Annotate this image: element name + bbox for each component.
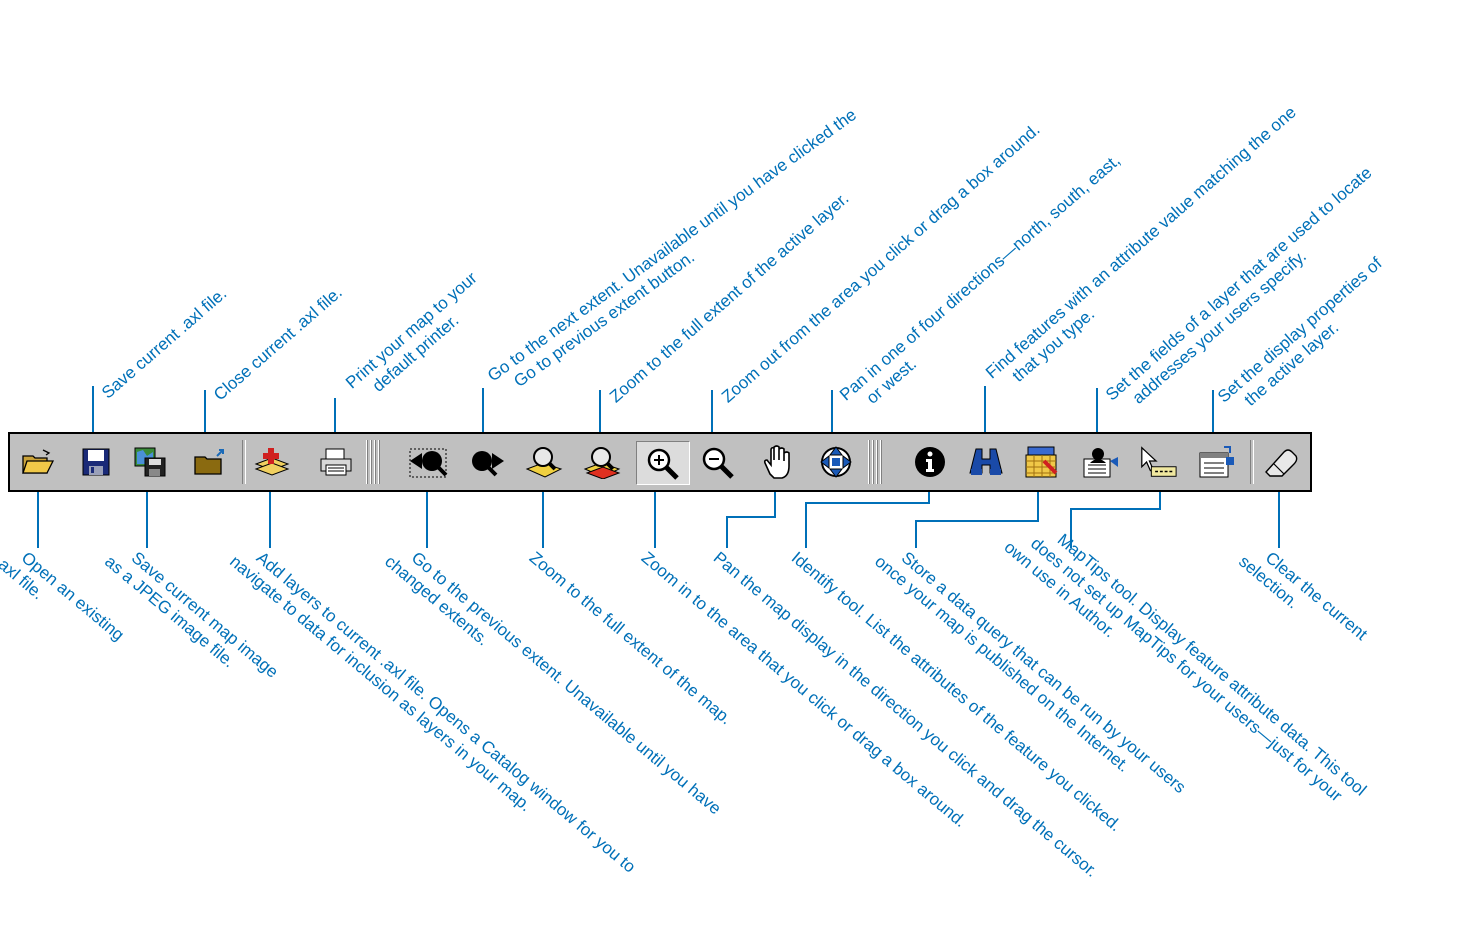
toolbar-grip[interactable] (366, 440, 380, 484)
diagram: Save current .axl file. Close current .a… (0, 0, 1470, 944)
toolbar-grip-2[interactable] (868, 440, 882, 484)
map-toolbar (8, 432, 1312, 492)
full-extent-map-button[interactable] (524, 443, 564, 481)
layer-properties-button[interactable] (1196, 443, 1236, 481)
previous-extent-button[interactable] (408, 443, 448, 481)
printer-icon (320, 448, 352, 476)
add-layer-button[interactable] (252, 443, 292, 481)
save-disk-icon (82, 448, 110, 476)
open-folder-icon (22, 449, 55, 474)
toolbar-separator-2 (1250, 440, 1254, 484)
leader-identify (805, 484, 930, 548)
clear-selection-button[interactable] (1262, 443, 1302, 481)
zoom-in-icon (647, 448, 679, 480)
query-button[interactable] (1022, 443, 1062, 481)
leader-pan (726, 484, 776, 548)
zoom-out-icon (702, 447, 734, 479)
close-button[interactable] (190, 443, 230, 481)
leader-maptips (1070, 484, 1161, 548)
save-button[interactable] (76, 443, 116, 481)
full-extent-layer-icon (583, 447, 621, 479)
open-button[interactable] (18, 443, 58, 481)
next-extent-icon (472, 451, 504, 477)
pan-hand-icon (763, 445, 790, 479)
next-extent-button[interactable] (466, 443, 506, 481)
zoom-in-button[interactable] (636, 441, 690, 485)
layer-properties-icon (1199, 446, 1234, 478)
full-extent-layer-button[interactable] (582, 443, 622, 481)
pan-button[interactable] (758, 443, 798, 481)
save-image-button[interactable] (130, 443, 170, 481)
find-binoculars-icon (969, 448, 1003, 475)
maptips-button[interactable] (1138, 443, 1178, 481)
eraser-icon (1265, 449, 1298, 477)
find-button[interactable] (966, 443, 1006, 481)
full-extent-map-icon (525, 447, 563, 478)
maptips-icon (1141, 446, 1177, 477)
leader-query (915, 484, 1039, 548)
add-layer-icon (254, 448, 290, 476)
geocode-icon (1083, 448, 1118, 478)
geocode-button[interactable] (1080, 443, 1120, 481)
identify-icon (915, 447, 945, 477)
save-image-icon (134, 447, 166, 477)
previous-extent-icon (409, 448, 448, 478)
zoom-out-button[interactable] (698, 443, 738, 481)
close-folder-icon (194, 449, 224, 475)
query-icon (1025, 446, 1058, 478)
print-button[interactable] (316, 443, 356, 481)
pan-directions-icon (820, 446, 852, 478)
pan-directions-button[interactable] (816, 443, 856, 481)
identify-button[interactable] (910, 443, 950, 481)
toolbar-separator (242, 440, 246, 484)
